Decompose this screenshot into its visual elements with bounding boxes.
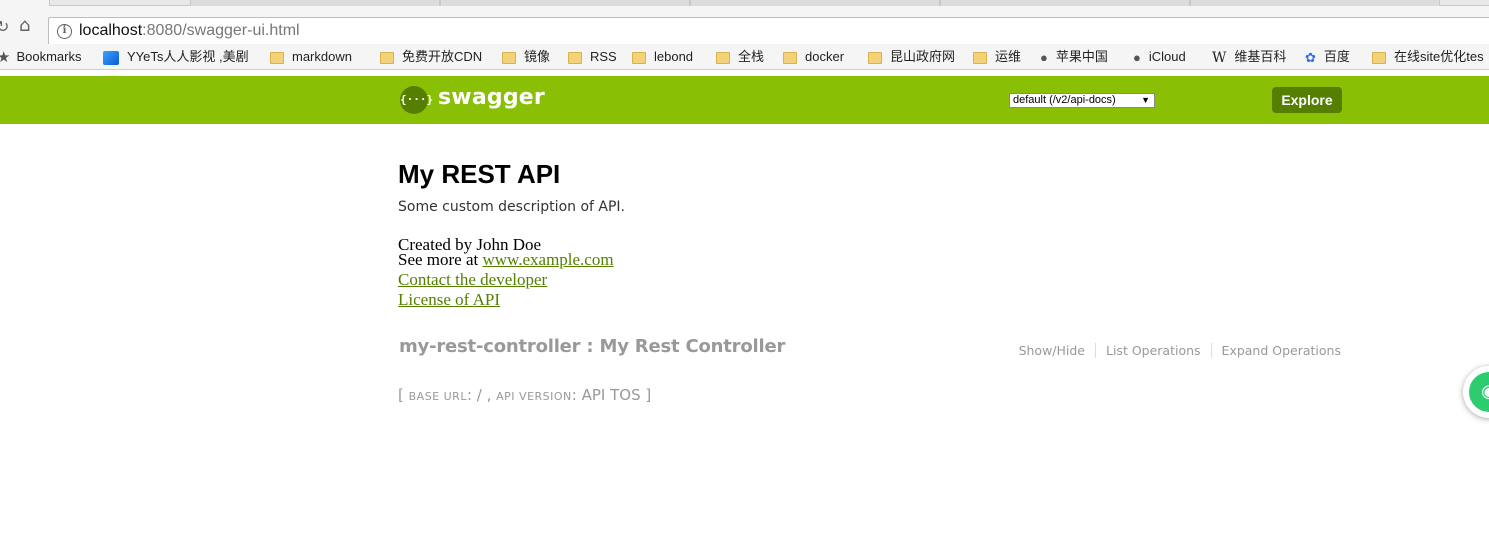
bookmarks-bar: ★Bookmarks YYeTs人人影视 ,美剧 markdown 免费开放CD… bbox=[0, 44, 1489, 70]
license-link[interactable]: License of API bbox=[398, 290, 500, 310]
yyets-icon bbox=[103, 50, 119, 65]
folder-icon bbox=[632, 51, 646, 64]
bookmark-mirror[interactable]: 镜像 bbox=[502, 48, 550, 66]
bookmark-docker[interactable]: docker bbox=[783, 48, 844, 66]
dropdown-arrow-icon: ▼ bbox=[1141, 95, 1150, 105]
api-description: Some custom description of API. bbox=[398, 199, 625, 215]
resource-separator: : bbox=[580, 336, 600, 357]
reload-icon[interactable]: ↻ bbox=[0, 19, 9, 35]
folder-icon bbox=[1372, 51, 1386, 64]
floating-widget[interactable]: ◉ bbox=[1463, 366, 1489, 418]
baidu-icon: ✿ bbox=[1305, 49, 1316, 65]
swagger-header: {···} swagger default (/v2/api-docs) ▼ E… bbox=[0, 76, 1489, 124]
spec-select-value: default (/v2/api-docs) bbox=[1013, 94, 1116, 106]
base-url-label: base url bbox=[408, 390, 467, 403]
list-operations-link[interactable]: List Operations bbox=[1096, 343, 1212, 358]
info-icon[interactable]: i bbox=[57, 24, 72, 39]
bookmark-fullstack[interactable]: 全栈 bbox=[716, 48, 764, 66]
api-version-label: api version bbox=[496, 390, 572, 403]
bookmark-icloud[interactable]: ● iCloud bbox=[1133, 48, 1186, 66]
url-host: localhost bbox=[79, 22, 143, 39]
address-bar[interactable]: i localhost:8080/swagger-ui.html bbox=[48, 17, 1489, 45]
resource-name[interactable]: my-rest-controller bbox=[399, 336, 581, 357]
url-path: :8080/swagger-ui.html bbox=[142, 22, 300, 39]
api-title: My REST API bbox=[398, 159, 561, 189]
bookmark-yyets[interactable]: YYeTs人人影视 ,美剧 bbox=[103, 48, 249, 66]
folder-icon bbox=[270, 51, 284, 64]
folder-icon bbox=[568, 51, 582, 64]
swagger-logo-text[interactable]: swagger bbox=[438, 85, 545, 110]
website-link[interactable]: www.example.com bbox=[483, 250, 614, 269]
see-more-prefix: See more at bbox=[398, 250, 483, 269]
folder-icon bbox=[868, 51, 882, 64]
resource-operations: Show/Hide List Operations Expand Operation… bbox=[1008, 343, 1341, 358]
browser-toolbar: ↻ ⌂ i localhost:8080/swagger-ui.html bbox=[0, 6, 1489, 45]
explore-button[interactable]: Explore bbox=[1272, 87, 1342, 113]
url-text[interactable]: localhost:8080/swagger-ui.html bbox=[79, 22, 300, 40]
resource-description: My Rest Controller bbox=[599, 336, 786, 357]
base-url-value: : / , bbox=[466, 386, 497, 404]
apple-icon: ● bbox=[1133, 49, 1141, 65]
see-more: See more at www.example.com bbox=[398, 250, 614, 270]
contact-developer-link[interactable]: Contact the developer bbox=[398, 270, 547, 290]
bookmark-site-optimize[interactable]: 在线site优化tes bbox=[1372, 48, 1484, 66]
bookmark-bookmarks[interactable]: ★Bookmarks bbox=[0, 48, 81, 66]
api-meta-footer: [ base url: / , api version: API TOS ] bbox=[398, 386, 652, 404]
wikipedia-icon: W bbox=[1212, 49, 1227, 66]
expand-operations-link[interactable]: Expand Operations bbox=[1212, 343, 1341, 358]
bookmark-baidu[interactable]: ✿ 百度 bbox=[1305, 48, 1350, 66]
wifi-icon: ◉ bbox=[1469, 372, 1489, 412]
apple-icon: ● bbox=[1040, 49, 1048, 65]
spec-select[interactable]: default (/v2/api-docs) ▼ bbox=[1009, 93, 1155, 108]
bookmark-ops[interactable]: 运维 bbox=[973, 48, 1021, 66]
folder-icon bbox=[380, 51, 394, 64]
bookmark-lebond[interactable]: lebond bbox=[632, 48, 693, 66]
home-icon[interactable]: ⌂ bbox=[19, 17, 30, 35]
show-hide-link[interactable]: Show/Hide bbox=[1008, 343, 1096, 358]
api-version-value: : API TOS ] bbox=[571, 386, 652, 404]
bookmark-kunshan[interactable]: 昆山政府网 bbox=[868, 48, 955, 66]
folder-icon bbox=[502, 51, 516, 64]
bookmark-rss[interactable]: RSS bbox=[568, 48, 617, 66]
resource-heading[interactable]: my-rest-controller : My Rest Controller bbox=[399, 336, 785, 357]
swagger-logo-icon[interactable]: {···} bbox=[400, 86, 433, 114]
folder-icon bbox=[783, 51, 797, 64]
bookmark-wikipedia[interactable]: W 维基百科 bbox=[1212, 48, 1286, 66]
folder-icon bbox=[716, 51, 730, 64]
bookmark-apple-china[interactable]: ● 苹果中国 bbox=[1040, 48, 1108, 66]
star-icon: ★ bbox=[0, 49, 10, 67]
folder-icon bbox=[973, 51, 987, 64]
bookmark-markdown[interactable]: markdown bbox=[270, 48, 352, 66]
bookmark-cdn[interactable]: 免费开放CDN bbox=[380, 48, 482, 66]
